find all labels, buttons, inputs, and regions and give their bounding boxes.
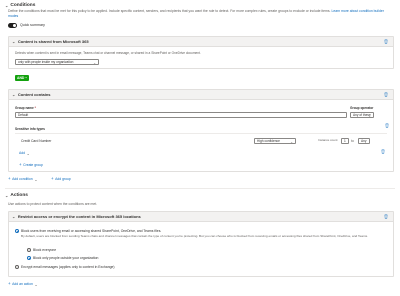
group-operator-dropdown[interactable]: Any of these ⌄ <box>350 112 374 118</box>
instance-count-label: Instance count <box>318 138 338 142</box>
sensitive-info-types-header: Sensitive info types <box>15 127 45 131</box>
encrypt-email-radio[interactable]: Encrypt email messages (applies only to … <box>15 265 114 270</box>
chevron-down-icon: ⌄ <box>5 3 9 9</box>
quick-summary-label: Quick summary <box>20 23 45 27</box>
actions-header[interactable]: ⌄ Actions <box>5 193 28 199</box>
chevron-down-icon: ⌄ <box>5 193 9 199</box>
chevron-down-icon: ⌄ <box>12 214 16 219</box>
group-name-input[interactable]: Default <box>15 112 347 118</box>
add-icon: + <box>8 176 11 182</box>
shared-condition-card: ⌄ Content is shared from Microsoft 365 D… <box>8 36 394 69</box>
quick-summary-toggle[interactable] <box>8 23 17 28</box>
quick-summary-row: Quick summary <box>8 23 45 28</box>
group-name-label: Group name * <box>15 106 36 110</box>
shared-card-description: Detects when content is sent in email me… <box>15 51 201 55</box>
radio-selected <box>15 229 19 234</box>
chevron-down-icon: ⌄ <box>26 151 30 156</box>
sit-name: Credit Card Number <box>21 139 52 143</box>
add-action-button[interactable]: + Add an action ⌄ <box>8 282 38 287</box>
share-scope-dropdown[interactable]: only with people inside my organization … <box>15 59 99 65</box>
create-group-button[interactable]: + Create group <box>19 162 43 168</box>
content-contains-card: ⌄ Content contains Group name * Default … <box>8 89 394 172</box>
delete-group-icon[interactable] <box>385 123 389 128</box>
chevron-down-icon: ⌄ <box>290 139 293 144</box>
delete-icon[interactable] <box>384 39 388 44</box>
shared-card-title: Content is shared from Microsoft 365 <box>17 39 89 44</box>
chevron-down-icon: ⌄ <box>34 177 38 182</box>
actions-title: Actions <box>10 193 28 198</box>
block-everyone-radio[interactable]: Block everyone <box>27 248 56 253</box>
contains-card-title: Content contains <box>17 92 51 97</box>
add-icon: + <box>51 176 54 181</box>
instance-min-input[interactable]: 1 <box>341 138 349 144</box>
chevron-down-icon: ⌄ <box>93 60 96 65</box>
confidence-dropdown[interactable]: High confidence ⌄ <box>254 138 296 144</box>
actions-description: Use actions to protect content when the … <box>8 202 98 206</box>
add-group-button[interactable]: + Add group <box>51 176 71 182</box>
delete-icon[interactable] <box>384 214 388 219</box>
restrict-card-header[interactable]: ⌄ Restrict access or encrypt the content… <box>9 212 393 222</box>
radio-unselected <box>15 265 19 270</box>
chevron-down-icon: ⌄ <box>24 75 28 80</box>
add-sit-button[interactable]: Add ⌄ <box>19 151 30 156</box>
chevron-down-icon: ⌄ <box>368 113 371 118</box>
chevron-down-icon: ⌄ <box>12 39 16 44</box>
instance-max-input[interactable]: Any <box>358 138 370 144</box>
restrict-access-card: ⌄ Restrict access or encrypt the content… <box>8 211 394 277</box>
block-users-radio[interactable]: Block users from receiving email or acce… <box>15 229 161 234</box>
add-condition-button[interactable]: + Add condition ⌄ <box>8 177 38 182</box>
radio-selected <box>27 256 31 261</box>
to-label: to <box>351 139 354 143</box>
conditions-description: Define the conditions that must be met f… <box>8 9 384 18</box>
add-icon: + <box>8 281 11 287</box>
radio-unselected <box>27 248 31 253</box>
contains-card-header[interactable]: ⌄ Content contains <box>9 90 393 100</box>
delete-sit-icon[interactable] <box>381 149 385 154</box>
delete-icon[interactable] <box>384 92 388 97</box>
block-users-description: By default, users are blocked from sendi… <box>21 234 368 238</box>
restrict-card-title: Restrict access or encrypt the content i… <box>17 214 141 219</box>
add-icon: + <box>19 162 22 167</box>
shared-card-header[interactable]: ⌄ Content is shared from Microsoft 365 <box>9 37 393 47</box>
block-outside-radio[interactable]: Block only people outside your organizat… <box>27 256 98 261</box>
chevron-down-icon: ⌄ <box>12 92 16 97</box>
section-divider <box>5 188 395 189</box>
divider <box>15 133 387 134</box>
and-operator-button[interactable]: AND ⌄ <box>15 75 29 81</box>
group-operator-label: Group operator <box>350 106 374 110</box>
chevron-down-icon: ⌄ <box>34 282 38 287</box>
